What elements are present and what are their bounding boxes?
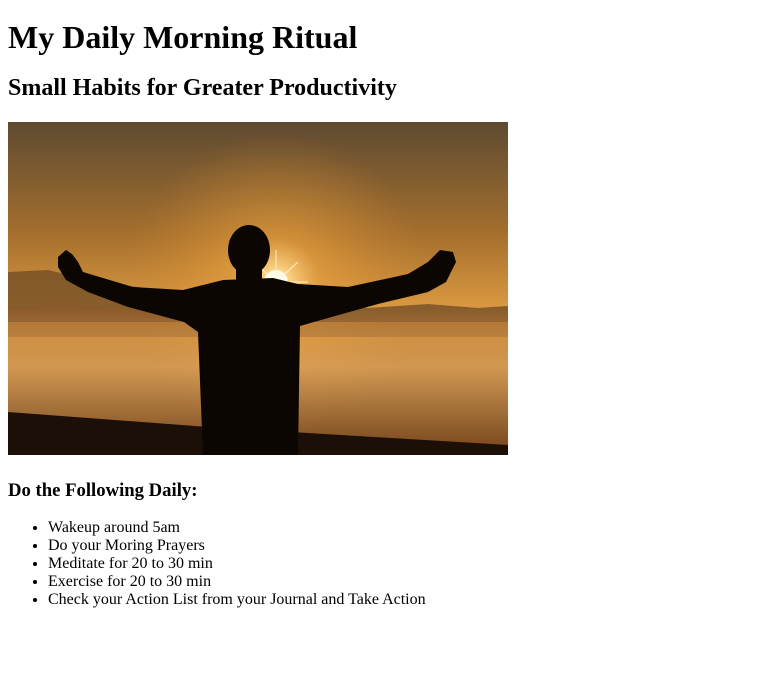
list-item: Wakeup around 5am bbox=[48, 519, 770, 537]
page-subtitle: Small Habits for Greater Productivity bbox=[8, 75, 397, 101]
list-item: Exercise for 20 to 30 min bbox=[48, 573, 770, 591]
page-title: My Daily Morning Ritual bbox=[8, 19, 358, 55]
ritual-list: Wakeup around 5am Do your Moring Prayers… bbox=[8, 519, 770, 609]
page-content: My Daily Morning Ritual Small Habits for… bbox=[0, 21, 778, 609]
list-heading: Do the Following Daily: bbox=[8, 480, 198, 501]
list-item: Do your Moring Prayers bbox=[48, 537, 770, 555]
list-item: Meditate for 20 to 30 min bbox=[48, 555, 770, 573]
list-item: Check your Action List from your Journal… bbox=[48, 591, 770, 609]
sunrise-silhouette-image bbox=[8, 122, 508, 455]
